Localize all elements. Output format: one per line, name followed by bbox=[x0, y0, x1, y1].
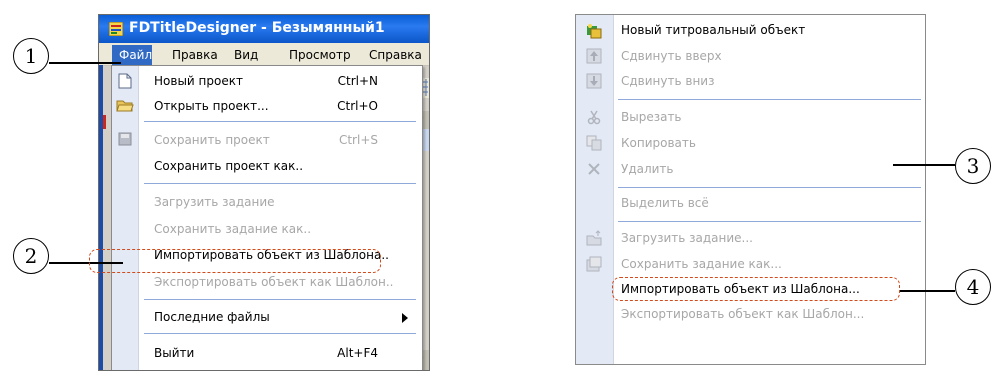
new-object-icon bbox=[587, 24, 602, 39]
context-menu: Новый титровальный объект Сдвинуть вверх… bbox=[575, 14, 926, 365]
app-icon bbox=[109, 22, 123, 36]
menu-item-save-project[interactable]: Сохранить проект bbox=[154, 133, 270, 147]
move-up-icon bbox=[586, 48, 602, 64]
title-bar: FDTitleDesigner - Безымянный1 bbox=[99, 15, 429, 43]
import-highlight-right bbox=[612, 277, 900, 301]
menu-item-copy[interactable]: Копировать bbox=[621, 136, 696, 150]
menu-item-exit[interactable]: Выйти bbox=[154, 346, 194, 360]
load-task-icon bbox=[586, 230, 602, 246]
cut-icon bbox=[587, 110, 601, 125]
frame-fragment bbox=[103, 115, 106, 129]
callout-4: 4 bbox=[955, 269, 991, 305]
callout-1-leader bbox=[49, 62, 121, 64]
save-disk-icon bbox=[118, 132, 132, 146]
workspace-edge bbox=[99, 65, 103, 370]
menu-item-open-project[interactable]: Открыть проект... bbox=[154, 99, 269, 113]
menu-item-recent-files[interactable]: Последние файлы bbox=[154, 310, 270, 324]
move-down-icon bbox=[586, 73, 602, 89]
menu-item-new-title-object[interactable]: Новый титровальный объект bbox=[621, 23, 805, 37]
shortcut-exit: Alt+F4 bbox=[337, 346, 378, 360]
menu-item-save-task-as[interactable]: Сохранить задание как... bbox=[621, 257, 782, 271]
menu-item-export-object[interactable]: Экспортировать объект как Шаблон.. bbox=[154, 275, 393, 289]
menu-separator bbox=[144, 299, 416, 300]
copy-icon bbox=[586, 135, 602, 151]
menu-item-move-down[interactable]: Сдвинуть вниз bbox=[621, 74, 714, 88]
callout-2: 2 bbox=[13, 238, 49, 274]
menu-separator bbox=[618, 221, 921, 222]
menu-edit[interactable]: Правка bbox=[172, 48, 218, 62]
callout-3-leader bbox=[893, 164, 955, 166]
menu-separator bbox=[618, 187, 921, 188]
callout-1: 1 bbox=[13, 38, 49, 74]
menu-item-select-all[interactable]: Выделить всё bbox=[621, 196, 709, 210]
menu-file[interactable]: Файл bbox=[119, 48, 152, 62]
menu-separator bbox=[618, 99, 921, 100]
menu-item-load-task[interactable]: Загрузить задание... bbox=[621, 231, 753, 245]
shortcut-save-project: Ctrl+S bbox=[338, 133, 378, 147]
menu-help[interactable]: Справка bbox=[369, 48, 422, 62]
menu-item-load-task[interactable]: Загрузить задание bbox=[154, 195, 275, 209]
menu-item-export-object[interactable]: Экспортировать объект как Шаблон... bbox=[621, 307, 864, 321]
menu-item-save-project-as[interactable]: Сохранить проект как.. bbox=[154, 159, 303, 173]
open-folder-icon bbox=[116, 100, 134, 112]
new-document-icon bbox=[118, 73, 132, 89]
window-title: FDTitleDesigner - Безымянный1 bbox=[129, 20, 385, 36]
menu-view[interactable]: Вид bbox=[234, 48, 258, 62]
delete-icon bbox=[588, 163, 600, 175]
menu-separator bbox=[144, 183, 416, 184]
menu-icon-strip bbox=[576, 15, 614, 364]
menu-item-cut[interactable]: Вырезать bbox=[621, 110, 682, 124]
menu-separator bbox=[144, 121, 416, 122]
left-app-window: FDTitleDesigner - Безымянный1 Файл Правк… bbox=[98, 14, 430, 371]
submenu-arrow-icon bbox=[402, 313, 408, 323]
import-highlight-left bbox=[89, 249, 381, 273]
menu-item-new-project[interactable]: Новый проект bbox=[154, 74, 243, 88]
menu-preview[interactable]: Просмотр bbox=[289, 48, 351, 62]
shortcut-open-project: Ctrl+O bbox=[337, 99, 378, 113]
menu-item-save-task-as[interactable]: Сохранить задание как.. bbox=[154, 222, 311, 236]
menu-item-move-up[interactable]: Сдвинуть вверх bbox=[621, 49, 722, 63]
file-menu-dropdown: Новый проект Ctrl+N Открыть проект... Ct… bbox=[111, 65, 423, 370]
shortcut-new-project: Ctrl+N bbox=[337, 74, 378, 88]
save-task-icon bbox=[586, 256, 602, 272]
menu-separator bbox=[144, 333, 416, 334]
callout-3: 3 bbox=[955, 148, 991, 184]
menu-item-delete[interactable]: Удалить bbox=[621, 162, 674, 176]
callout-4-leader bbox=[900, 290, 955, 292]
